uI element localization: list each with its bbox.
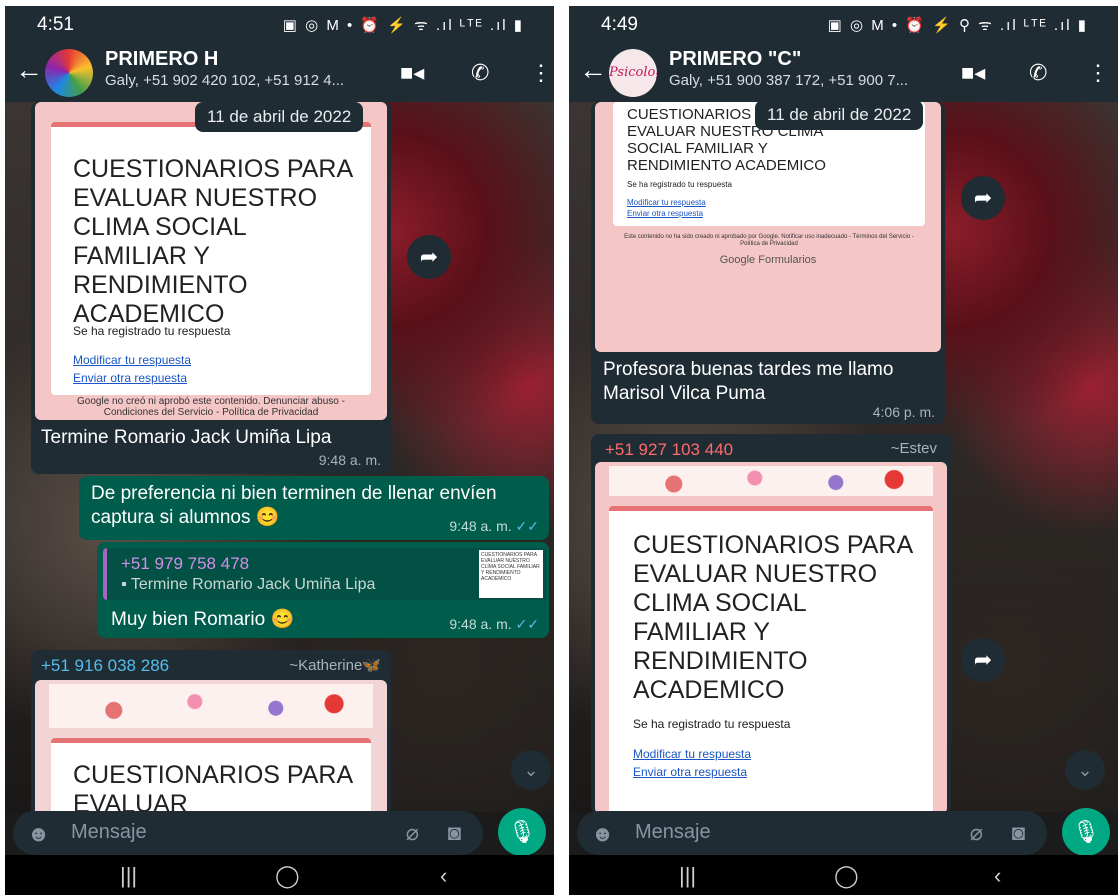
forward-icon[interactable]: ➦ — [407, 235, 451, 279]
google-forms-brand: Google Formularios — [719, 254, 817, 266]
chat-header[interactable]: ← PRIMERO H Galy, +51 902 420 102, +51 9… — [5, 42, 554, 102]
message-placeholder: Mensaje — [71, 821, 147, 843]
chat-participants[interactable]: Galy, +51 902 420 102, +51 912 4... — [105, 72, 375, 89]
quoted-text: ▪ Termine Romario Jack Umiña Lipa — [121, 576, 376, 593]
message-placeholder: Mensaje — [635, 821, 711, 843]
quoted-thumbnail: CUESTIONARIOS PARA EVALUAR NUESTRO CLIMA… — [479, 550, 543, 598]
message-time: 9:48 a. m. ✓✓ — [449, 518, 539, 534]
system-nav-bar: ||| ◯ ‹ — [569, 855, 1118, 895]
form-card: CUESTIONARIOS PARA EVALUAR — [51, 738, 371, 820]
phone-screen-left: 4:51 ▣ ◎ M • ⏰ ⚡ ᯤ .ıl ᴸᵀᴱ .ıl ▮ ← PRIME… — [5, 6, 554, 895]
group-avatar[interactable]: Psicología — [609, 49, 657, 97]
form-footer: Google no creó ni aprobó este contenido.… — [77, 396, 345, 418]
message-bubble-image[interactable]: CUESTIONARIOS PARA EVALUAR NUESTRO CLIMA… — [31, 102, 391, 474]
status-icons: ▣ ◎ M • ⏰ ⚡ ᯤ .ıl ᴸᵀᴱ .ıl ▮ — [282, 17, 524, 34]
forward-icon[interactable]: ➦ — [961, 638, 1005, 682]
form-screenshot-image[interactable]: CUESTIONARIOS PARA EVALUAR — [35, 680, 387, 820]
status-time: 4:51 — [37, 14, 74, 35]
form-registered-text: Se ha registrado tu respuesta — [73, 324, 231, 338]
mic-icon[interactable]: 🎙 — [498, 808, 546, 856]
form-screenshot-image[interactable]: CUESTIONARIOS PARA EVALUAR NUESTRO CLIMA… — [595, 102, 941, 352]
group-avatar[interactable] — [45, 49, 93, 97]
back-arrow-icon[interactable]: ← — [579, 54, 607, 86]
double-check-icon: ✓✓ — [515, 518, 539, 534]
nav-back-icon[interactable]: ‹ — [440, 863, 447, 889]
emoji-icon[interactable]: ☻ — [591, 821, 614, 847]
form-card: CUESTIONARIOS PARA EVALUAR NUESTRO CLIMA… — [609, 506, 933, 814]
back-arrow-icon[interactable]: ← — [15, 54, 43, 86]
message-time: 4:06 p. m. — [872, 404, 935, 420]
attach-icon[interactable]: ⌀ — [970, 820, 983, 846]
form-screenshot-image[interactable]: CUESTIONARIOS PARA EVALUAR NUESTRO CLIMA… — [595, 462, 947, 814]
image-icon: ▪ — [121, 576, 127, 593]
recent-apps-icon[interactable]: ||| — [120, 863, 137, 889]
more-menu-icon[interactable]: ⋮ — [1087, 60, 1109, 86]
attach-icon[interactable]: ⌀ — [406, 820, 419, 846]
chat-title[interactable]: PRIMERO H — [105, 48, 218, 71]
status-bar: 4:51 ▣ ◎ M • ⏰ ⚡ ᯤ .ıl ᴸᵀᴱ .ıl ▮ — [5, 6, 554, 42]
message-bubble-outgoing[interactable]: De preferencia ni bien terminen de llena… — [79, 476, 549, 540]
message-text: Profesora buenas tardes me llamo Marisol… — [603, 359, 894, 404]
message-text: Termine Romario Jack Umiña Lipa — [41, 427, 332, 448]
scroll-down-icon[interactable]: ⌄ — [1065, 750, 1105, 790]
form-banner — [49, 684, 373, 728]
status-icons: ▣ ◎ M • ⏰ ⚡ ⚲ ᯤ .ıl ᴸᵀᴱ .ıl ▮ — [827, 17, 1088, 34]
home-icon[interactable]: ◯ — [275, 863, 300, 889]
form-card: CUESTIONARIOS PARA EVALUAR NUESTRO CLIMA… — [51, 122, 371, 395]
phone-call-icon[interactable]: ✆ — [1029, 60, 1047, 86]
phone-screen-right: 4:49 ▣ ◎ M • ⏰ ⚡ ⚲ ᯤ .ıl ᴸᵀᴱ .ıl ▮ ← Psi… — [569, 6, 1118, 895]
sender-number: +51 916 038 286 — [41, 656, 170, 675]
message-bubble-reply[interactable]: +51 979 758 478 ▪ Termine Romario Jack U… — [97, 542, 549, 638]
scroll-down-icon[interactable]: ⌄ — [511, 750, 551, 790]
status-time: 4:49 — [601, 14, 638, 35]
chat-header[interactable]: ← Psicología PRIMERO "C" Galy, +51 900 3… — [569, 42, 1118, 102]
message-bubble-image[interactable]: +51 927 103 440 ~Estev CUESTIONARIOS PAR… — [591, 434, 951, 814]
form-edit-link[interactable]: Modificar tu respuesta — [633, 747, 751, 761]
form-registered-text: Se ha registrado tu respuesta — [627, 180, 732, 189]
double-check-icon: ✓✓ — [515, 616, 539, 632]
sender-number: +51 927 103 440 — [605, 440, 734, 459]
form-again-link[interactable]: Enviar otra respuesta — [627, 209, 703, 218]
chat-title[interactable]: PRIMERO "C" — [669, 48, 801, 71]
quoted-sender: +51 979 758 478 — [121, 554, 250, 573]
form-edit-link[interactable]: Modificar tu respuesta — [73, 353, 191, 367]
camera-icon[interactable]: ◙ — [448, 820, 461, 846]
form-heading: CUESTIONARIOS PARA EVALUAR NUESTRO CLIMA… — [633, 531, 912, 704]
date-chip: 11 de abril de 2022 — [195, 102, 364, 132]
form-again-link[interactable]: Enviar otra respuesta — [73, 371, 187, 385]
date-chip: 11 de abril de 2022 — [755, 100, 924, 130]
video-call-icon[interactable]: ■◂ — [961, 60, 985, 86]
form-footer: Este contenido no ha sido creado ni apro… — [624, 234, 914, 247]
form-registered-text: Se ha registrado tu respuesta — [633, 717, 791, 731]
recent-apps-icon[interactable]: ||| — [679, 863, 696, 889]
form-screenshot-image[interactable]: CUESTIONARIOS PARA EVALUAR NUESTRO CLIMA… — [35, 102, 387, 420]
system-nav-bar: ||| ◯ ‹ — [5, 855, 554, 895]
form-heading: CUESTIONARIOS PARA EVALUAR NUESTRO CLIMA… — [73, 155, 352, 328]
message-text: Muy bien Romario 😊 — [111, 609, 295, 630]
quoted-message[interactable]: +51 979 758 478 ▪ Termine Romario Jack U… — [103, 548, 547, 600]
video-call-icon[interactable]: ■◂ — [400, 60, 424, 86]
message-bubble-image[interactable]: +51 916 038 286 ~Katherine🦋 CUESTIONARIO… — [31, 650, 391, 820]
message-input[interactable]: ☻ Mensaje ⌀ ◙ — [577, 811, 1047, 855]
status-bar: 4:49 ▣ ◎ M • ⏰ ⚡ ⚲ ᯤ .ıl ᴸᵀᴱ .ıl ▮ — [569, 6, 1118, 42]
message-time: 9:48 a. m. ✓✓ — [449, 616, 539, 632]
mic-icon[interactable]: 🎙 — [1062, 808, 1110, 856]
more-menu-icon[interactable]: ⋮ — [530, 60, 552, 86]
home-icon[interactable]: ◯ — [834, 863, 859, 889]
message-input[interactable]: ☻ Mensaje ⌀ ◙ — [13, 811, 483, 855]
sender-alias: ~Estev — [890, 440, 937, 457]
chat-participants[interactable]: Galy, +51 900 387 172, +51 900 7... — [669, 72, 939, 89]
nav-back-icon[interactable]: ‹ — [994, 863, 1001, 889]
form-banner — [609, 466, 933, 496]
form-edit-link[interactable]: Modificar tu respuesta — [627, 198, 706, 207]
forward-icon[interactable]: ➦ — [961, 176, 1005, 220]
emoji-icon[interactable]: ☻ — [27, 821, 50, 847]
message-bubble-image[interactable]: CUESTIONARIOS PARA EVALUAR NUESTRO CLIMA… — [591, 102, 945, 424]
form-again-link[interactable]: Enviar otra respuesta — [633, 765, 747, 779]
camera-icon[interactable]: ◙ — [1012, 820, 1025, 846]
phone-call-icon[interactable]: ✆ — [471, 60, 489, 86]
message-time: 9:48 a. m. — [318, 452, 381, 468]
sender-alias: ~Katherine🦋 — [289, 657, 381, 674]
